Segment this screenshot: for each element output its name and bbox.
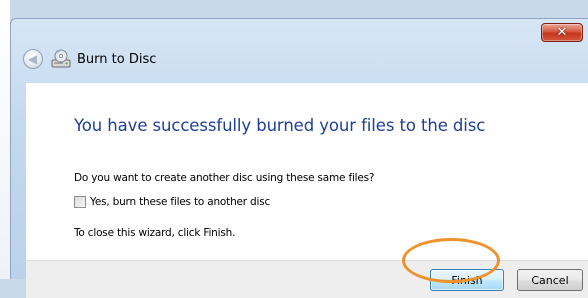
burn-another-label[interactable]: Yes, burn these files to another disc xyxy=(90,196,270,208)
back-button[interactable]: ◀ xyxy=(23,49,43,69)
burn-disc-icon xyxy=(51,49,71,68)
another-disc-question: Do you want to create another disc using… xyxy=(74,172,375,184)
close-button[interactable]: ✕ xyxy=(541,23,583,42)
finish-button[interactable]: Finish xyxy=(430,269,504,291)
success-heading: You have successfully burned your files … xyxy=(74,116,486,135)
close-icon: ✕ xyxy=(556,25,568,40)
back-arrow-icon: ◀ xyxy=(27,52,38,66)
burn-to-disc-window: ✕ ◀ Burn to Disc You have successfully b… xyxy=(10,18,588,298)
close-hint-text: To close this wizard, click Finish. xyxy=(74,227,236,239)
wizard-content: You have successfully burned your files … xyxy=(26,83,588,260)
wizard-footer: Finish Cancel xyxy=(26,260,588,298)
burn-another-checkbox[interactable] xyxy=(74,196,86,208)
window-title: Burn to Disc xyxy=(77,52,157,67)
burn-another-option[interactable]: Yes, burn these files to another disc xyxy=(74,196,270,208)
desktop-background xyxy=(0,0,10,279)
cancel-button[interactable]: Cancel xyxy=(517,269,583,291)
